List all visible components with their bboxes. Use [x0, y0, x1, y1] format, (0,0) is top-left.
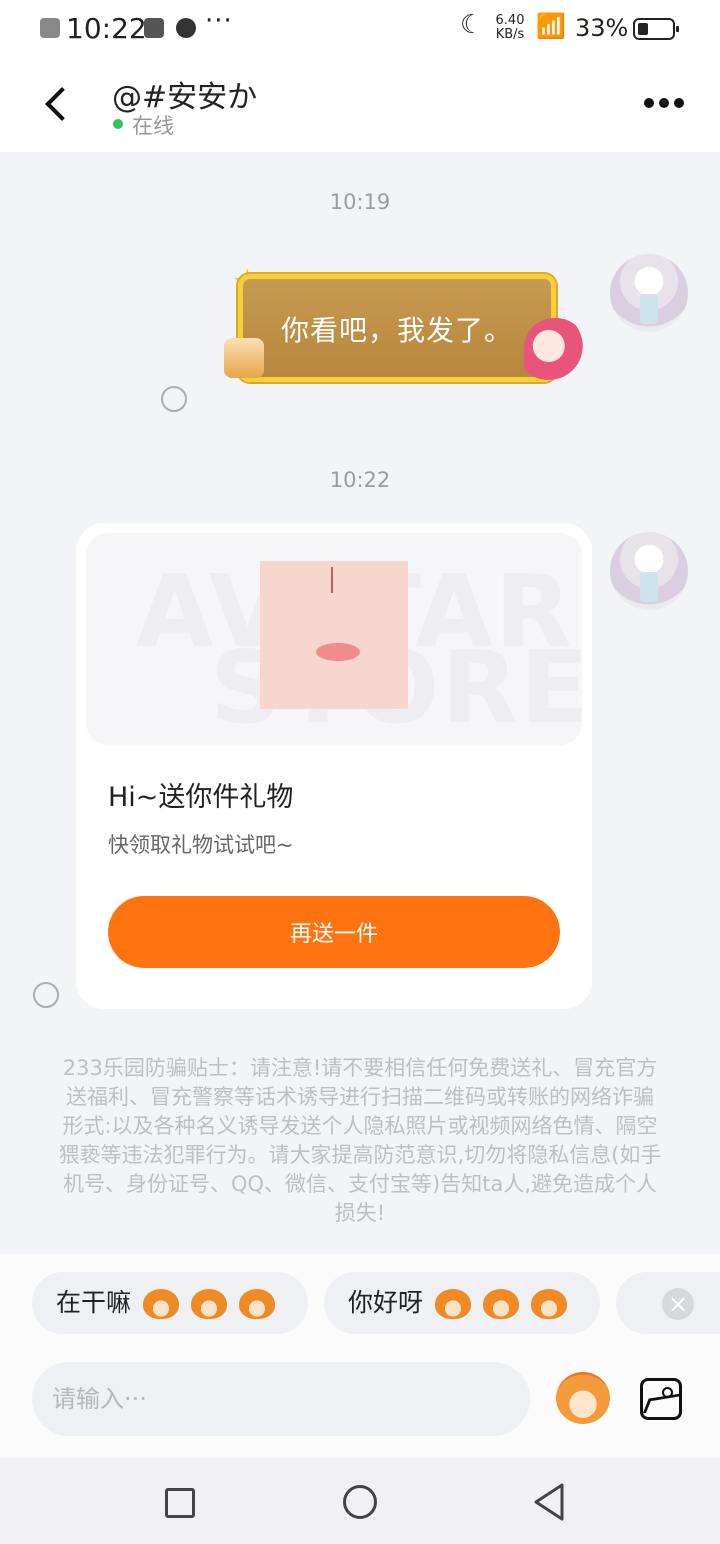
character-decoration-icon [524, 318, 586, 388]
anti-fraud-tips: 233乐园防骗贴士：请注意!请不要相信任何免费送礼、冒充官方送福利、冒充警察等话… [58, 1056, 662, 1225]
online-status: 在线 [132, 114, 174, 138]
input-bar [0, 1354, 720, 1458]
avatar[interactable] [610, 254, 688, 332]
back-arrow-icon[interactable] [38, 82, 78, 126]
gift-card[interactable]: AVATAR STORE Hi~送你件礼物 快领取礼物试试吧~ 再送一件 [76, 523, 592, 1009]
image-icon[interactable] [640, 1378, 682, 1420]
smile-emoji-icon [482, 1289, 519, 1319]
gift-title: Hi~送你件礼物 [108, 782, 294, 813]
emoji-mascot-icon[interactable] [556, 1372, 610, 1424]
chat-header: @#安安か 在线 [0, 58, 720, 152]
more-icon[interactable] [644, 96, 684, 110]
moon-icon: ☾ [460, 10, 484, 40]
quick-reply-chip[interactable]: 你好呀 [324, 1272, 600, 1334]
message-text: 你看吧，我发了。 [280, 314, 513, 347]
quick-reply-label: 在干嘛 [56, 1288, 132, 1317]
smile-emoji-icon [434, 1289, 471, 1319]
message-input[interactable] [32, 1362, 530, 1436]
online-dot-icon [113, 119, 123, 129]
home-icon[interactable] [343, 1485, 377, 1519]
quick-reply-bar: 在干嘛 你好呀 [0, 1254, 720, 1354]
gift-image: AVATAR STORE [86, 533, 582, 745]
read-status-icon [33, 982, 59, 1008]
battery-icon [633, 18, 679, 40]
send-another-gift-button[interactable]: 再送一件 [108, 896, 560, 968]
timestamp: 10:19 [329, 190, 391, 214]
smile-emoji-icon [530, 1289, 567, 1319]
network-speed-value: 6.40 [495, 13, 525, 28]
status-bar: 10:22 ··· ☾ 6.40 KB/s 📶 33% [0, 0, 720, 58]
grin-emoji-icon [190, 1289, 227, 1319]
quick-reply-chip[interactable]: 在干嘛 [32, 1272, 308, 1334]
close-icon[interactable]: × [662, 1288, 694, 1320]
timestamp: 10:22 [329, 468, 391, 492]
grin-emoji-icon [238, 1289, 275, 1319]
status-time: 10:22 [66, 12, 147, 45]
cake-decoration-icon [224, 338, 264, 378]
read-status-icon [161, 386, 187, 412]
more-notifications-icon: ··· [205, 6, 233, 36]
network-speed: 6.40 KB/s [490, 14, 530, 42]
grin-emoji-icon [142, 1289, 179, 1319]
recents-icon[interactable] [165, 1488, 195, 1518]
video-app-icon [144, 18, 164, 38]
avatar[interactable] [610, 532, 688, 610]
notification-icon [40, 18, 60, 38]
quick-reply-label: 你好呀 [348, 1288, 424, 1317]
app-icon [176, 18, 196, 38]
message-bubble[interactable]: 你看吧，我发了。 [238, 274, 556, 382]
wifi-icon: 📶 [536, 12, 566, 40]
gift-subtitle: 快领取礼物试试吧~ [108, 833, 294, 857]
network-speed-unit: KB/s [495, 27, 525, 42]
battery-percent: 33% [575, 14, 629, 42]
nav-back-icon[interactable] [532, 1482, 566, 1522]
gift-preview-face [260, 561, 408, 709]
system-nav-bar [0, 1458, 720, 1544]
